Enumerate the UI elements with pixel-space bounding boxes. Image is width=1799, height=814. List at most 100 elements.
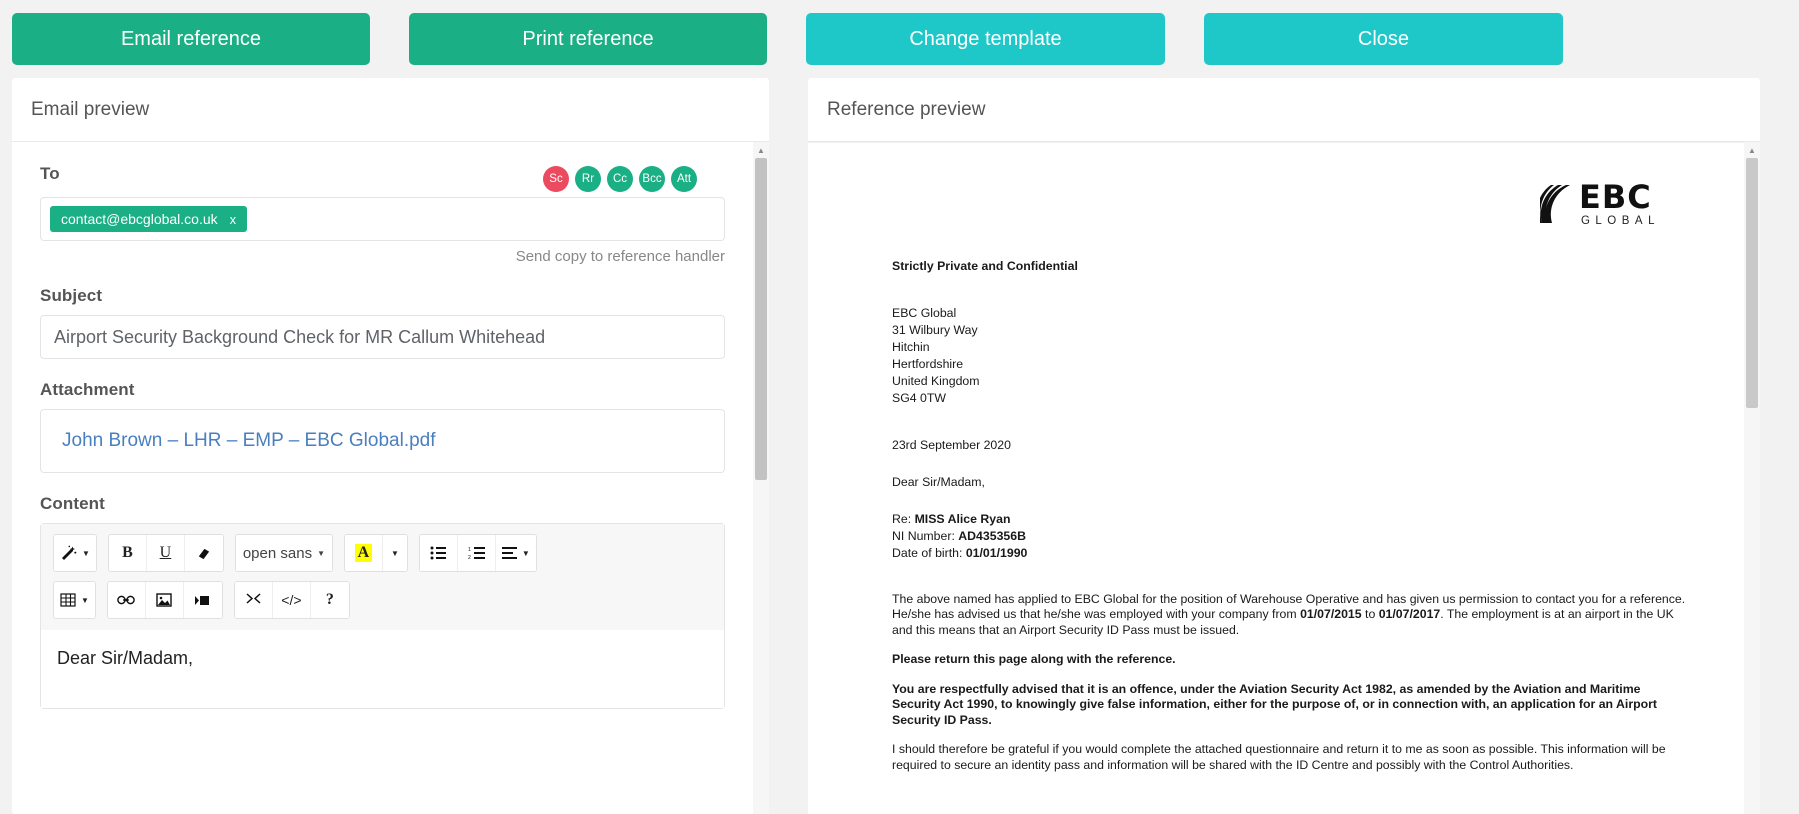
fullscreen-glyph bbox=[246, 592, 261, 604]
document-paragraph-4: I should therefore be grateful if you wo… bbox=[892, 742, 1666, 772]
logo-text: EBC GLOBAL bbox=[1579, 181, 1660, 228]
doc-spacer-5 bbox=[892, 491, 1688, 511]
recipient-chip-email: contact@ebcglobal.co.uk bbox=[61, 211, 218, 227]
text-color-icon[interactable]: A bbox=[344, 535, 383, 571]
doc-spacer-4 bbox=[892, 454, 1688, 474]
content-label: Content bbox=[40, 494, 105, 513]
address-line: SG4 0TW bbox=[892, 390, 946, 405]
document-salutation: Dear Sir/Madam, bbox=[892, 474, 985, 489]
doc-spacer-6 bbox=[892, 562, 1688, 592]
table-icon[interactable]: ▼ bbox=[54, 582, 95, 618]
text-color-caret-glyph: ▼ bbox=[390, 548, 399, 558]
recipient-chip-remove-icon[interactable]: x bbox=[230, 212, 237, 227]
insert-group bbox=[106, 581, 223, 619]
magic-group: ▼ bbox=[53, 534, 97, 572]
text-color-a-glyph: A bbox=[354, 544, 373, 562]
image-icon[interactable] bbox=[145, 582, 184, 618]
numbered-list-icon[interactable]: 1 2 bbox=[457, 535, 496, 571]
ni-value: AD435356B bbox=[958, 528, 1026, 543]
bold-icon[interactable]: B bbox=[108, 535, 147, 571]
subject-label: Subject bbox=[40, 286, 103, 305]
document-scroll-area[interactable]: EBC GLOBAL Strictly Private and Confiden… bbox=[808, 142, 1760, 814]
dob-line: Date of birth: 01/01/1990 bbox=[892, 545, 1688, 562]
doc-scroll-up-arrow-icon[interactable]: ▲ bbox=[1744, 142, 1760, 158]
subject-input[interactable]: Airport Security Background Check for MR… bbox=[40, 315, 725, 359]
to-input[interactable]: contact@ebcglobal.co.uk x bbox=[40, 197, 725, 241]
text-color-caret-icon[interactable]: ▼ bbox=[382, 535, 407, 571]
text-color-group: A ▼ bbox=[343, 534, 408, 572]
email-preview-panel: Email preview To Sc Rr Cc Bcc Att contac… bbox=[12, 78, 769, 814]
logo-sub-text: GLOBAL bbox=[1580, 215, 1660, 227]
svg-text:2: 2 bbox=[468, 555, 471, 560]
email-reference-button[interactable]: Email reference bbox=[12, 13, 370, 65]
reference-preview-title: Reference preview bbox=[808, 78, 1760, 142]
scroll-up-arrow-icon[interactable]: ▲ bbox=[753, 142, 769, 158]
video-icon[interactable] bbox=[183, 582, 222, 618]
to-row: To Sc Rr Cc Bcc Att bbox=[40, 164, 726, 193]
badge-rr-icon[interactable]: Rr bbox=[575, 165, 601, 192]
subject-details-block: Re: MISS Alice Ryan NI Number: AD435356B… bbox=[892, 511, 1688, 562]
align-icon[interactable]: ▼ bbox=[495, 535, 536, 571]
content-section: Content ▼ B U open sans ▼ A ▼ 1 2 ▼ ▼ </… bbox=[40, 494, 726, 709]
video-glyph bbox=[195, 595, 210, 605]
email-panel-scrollbar[interactable]: ▲ bbox=[753, 142, 769, 814]
doc-spacer-3 bbox=[892, 407, 1688, 437]
document-scrollbar[interactable]: ▲ bbox=[1744, 142, 1760, 814]
editor-toolbar-row-1: ▼ B U open sans ▼ A ▼ 1 2 ▼ bbox=[53, 534, 712, 572]
document-scrollbar-thumb[interactable] bbox=[1746, 158, 1758, 408]
panels-container: Email preview To Sc Rr Cc Bcc Att contac… bbox=[0, 78, 1799, 814]
code-view-icon[interactable]: </> bbox=[272, 582, 311, 618]
email-form-scroll-area[interactable]: To Sc Rr Cc Bcc Att contact@ebcglobal.co… bbox=[12, 142, 769, 814]
magic-wand-icon[interactable]: ▼ bbox=[54, 535, 96, 571]
document-paragraph-1: The above named has applied to EBC Globa… bbox=[892, 592, 1688, 639]
doc-spacer-9 bbox=[892, 728, 1688, 742]
send-copy-link[interactable]: Send copy to reference handler bbox=[40, 248, 725, 265]
font-family-select[interactable]: open sans ▼ bbox=[235, 535, 332, 571]
link-glyph bbox=[117, 595, 136, 605]
email-scrollbar-thumb[interactable] bbox=[755, 158, 767, 480]
change-template-button[interactable]: Change template bbox=[806, 13, 1165, 65]
clear-format-icon[interactable] bbox=[184, 535, 223, 571]
recipient-chip[interactable]: contact@ebcglobal.co.uk x bbox=[50, 206, 248, 232]
document-date: 23rd September 2020 bbox=[892, 437, 1011, 452]
print-reference-button[interactable]: Print reference bbox=[409, 13, 767, 65]
address-line: EBC Global bbox=[892, 305, 957, 320]
list-group: 1 2 ▼ bbox=[418, 534, 537, 572]
attachment-file-link[interactable]: John Brown – LHR – EMP – EBC Global.pdf bbox=[62, 430, 436, 452]
fullscreen-icon[interactable] bbox=[234, 582, 273, 618]
para1-date-to: 01/07/2017 bbox=[1378, 607, 1441, 621]
ni-label: NI Number: bbox=[892, 528, 959, 543]
dob-value: 01/01/1990 bbox=[965, 545, 1028, 560]
bullet-list-icon[interactable] bbox=[419, 535, 458, 571]
bar-spacer bbox=[767, 13, 806, 65]
badge-bcc-icon[interactable]: Bcc bbox=[639, 165, 665, 192]
rich-text-editor: ▼ B U open sans ▼ A ▼ 1 2 ▼ ▼ </> ? Dear… bbox=[40, 523, 725, 709]
underline-icon[interactable]: U bbox=[146, 535, 185, 571]
re-label: Re: bbox=[892, 511, 915, 526]
para1-part-b: to bbox=[1361, 607, 1379, 621]
logo-arcs-icon bbox=[1539, 185, 1570, 224]
magic-wand-glyph bbox=[62, 545, 77, 560]
badge-cc-icon[interactable]: Cc bbox=[607, 165, 633, 192]
doc-spacer-7 bbox=[892, 638, 1688, 652]
badge-sc-icon[interactable]: Sc bbox=[543, 165, 569, 192]
top-action-bar: Email reference Print reference Change t… bbox=[0, 0, 1799, 65]
numbered-list-glyph: 1 2 bbox=[468, 547, 485, 560]
editor-content-body[interactable]: Dear Sir/Madam, bbox=[41, 630, 724, 708]
email-form: To Sc Rr Cc Bcc Att contact@ebcglobal.co… bbox=[12, 142, 754, 709]
close-button[interactable]: Close bbox=[1204, 13, 1563, 65]
badge-att-icon[interactable]: Att bbox=[671, 165, 697, 192]
doc-spacer-1 bbox=[892, 228, 1688, 258]
ebc-global-logo: EBC GLOBAL bbox=[1539, 181, 1660, 228]
recipient-badges: Sc Rr Cc Bcc Att bbox=[543, 165, 697, 192]
attachment-box: John Brown – LHR – EMP – EBC Global.pdf bbox=[40, 409, 725, 473]
confidential-notice: Strictly Private and Confidential bbox=[892, 258, 1078, 273]
dob-label: Date of birth: bbox=[892, 545, 966, 560]
link-icon[interactable] bbox=[107, 582, 146, 618]
font-family-caret-icon: ▼ bbox=[317, 548, 325, 558]
help-icon[interactable]: ? bbox=[310, 582, 349, 618]
doc-spacer-2 bbox=[892, 275, 1688, 305]
app-root: Email reference Print reference Change t… bbox=[0, 0, 1799, 814]
re-line: Re: MISS Alice Ryan bbox=[892, 511, 1688, 528]
sender-address-block: EBC Global 31 Wilbury Way Hitchin Hertfo… bbox=[892, 305, 1688, 407]
